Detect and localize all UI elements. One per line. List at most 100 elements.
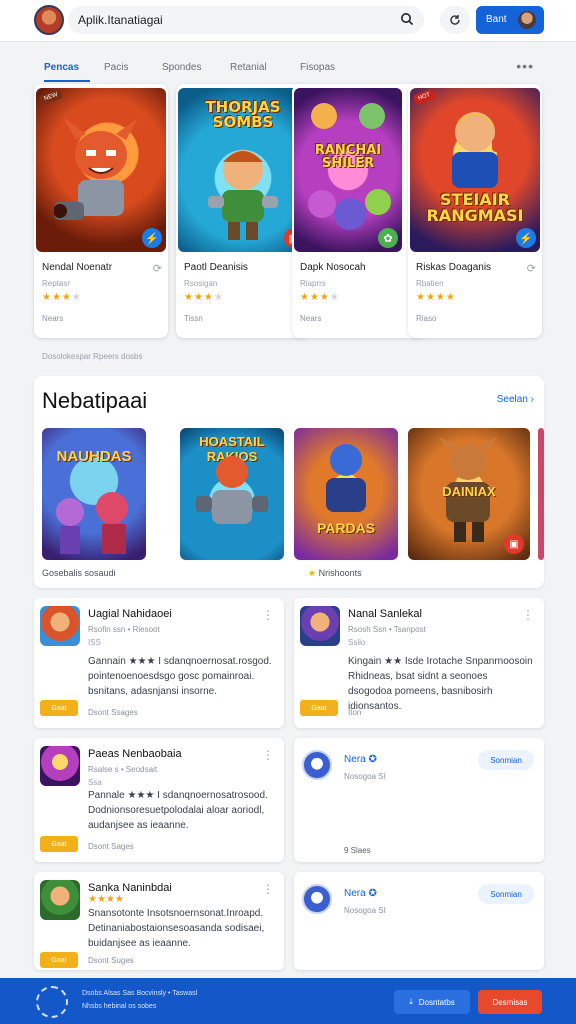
review-title: Paeas Nenbaobaia: [88, 748, 182, 760]
top-bar: Aplik.Itanatiagai Bant: [0, 0, 576, 42]
review-footer: Iton: [348, 708, 362, 717]
review-thumbnail: [300, 606, 340, 646]
game-card[interactable]: NEW ⚡ Nendal Noenatr ⟳ Reptasr ★★★★ Near…: [34, 84, 168, 338]
game-logo-text: DAINIAX: [442, 484, 496, 499]
game-title: Dapk Nosocah: [300, 262, 366, 273]
search-input[interactable]: Aplik.Itanatiagai: [78, 13, 163, 27]
game-card[interactable]: THORJAS SOMBS ▣ Paotl Deanisis Rsosigan …: [176, 84, 310, 338]
refresh-button[interactable]: [440, 6, 470, 34]
follow-button[interactable]: Sonmian: [478, 750, 534, 770]
game-card[interactable]: RANCHAI SHILER ✿ Dapk Nosocah Riaprrs ★★…: [292, 84, 426, 338]
user-name-text: Nera: [344, 754, 366, 765]
game-meta: Riaso: [416, 314, 437, 323]
more-vertical-icon[interactable]: ⋮: [522, 608, 534, 622]
review-card[interactable]: Nanal Sanlekal ⋮ Rsosh Ssn • Tsanpost Ss…: [294, 598, 544, 728]
user-avatar-icon: [518, 11, 536, 29]
game-meta: Nears: [42, 314, 64, 323]
rating-stars: ★★★★: [88, 894, 124, 905]
warrior-character-icon: [208, 150, 278, 240]
bolt-badge-icon: ⚡: [142, 228, 162, 248]
review-body: Kingain ★★ Isde Irotache Snpanrnoosoin R…: [348, 656, 533, 712]
game-title: Riskas Doaganis: [416, 262, 492, 273]
user-subtitle: Nosogoa SI: [344, 906, 386, 915]
game-logo-text: PARDAS: [316, 520, 376, 536]
game-meta: Nears: [300, 314, 322, 323]
warrior-character-icon: [54, 118, 138, 220]
review-thumbnail: [40, 880, 80, 920]
review-count: ISS: [88, 638, 101, 647]
rating-stars: ★★★★: [300, 292, 340, 303]
camera-badge-icon: ▣: [504, 534, 524, 554]
login-button[interactable]: Bant: [476, 6, 544, 34]
more-vertical-icon[interactable]: ⋮: [262, 608, 274, 622]
more-icon[interactable]: •••: [516, 58, 534, 74]
review-meta: Rsofin ssn • Riesoot: [88, 625, 160, 634]
tab-fisopas[interactable]: Fisopas: [300, 62, 335, 73]
download-button[interactable]: ⤓ Dosntatbs: [394, 990, 470, 1014]
login-label: Bant: [486, 14, 507, 25]
review-body: Snansotonte Insotsnoernsonat.Inroapd. De…: [88, 908, 265, 949]
tab-retanial[interactable]: Retanial: [230, 62, 267, 73]
user-name-text: Nera: [344, 888, 366, 899]
game-logo-text: NAUHDAS: [56, 448, 132, 465]
warrior-character-icon: [196, 456, 268, 524]
bolt-badge-icon: ⚡: [516, 228, 536, 248]
verified-icon: ✪: [368, 888, 377, 899]
review-card[interactable]: Uagial Nahidaoei ⋮ Rsofin ssn • Riesoot …: [34, 598, 284, 728]
bottom-bar: Dsobs Alsas Sas Bocvinsly • Taswasl Nhsb…: [0, 978, 576, 1024]
review-footer: Dsont Ssages: [88, 708, 138, 717]
primary-action-button[interactable]: Desmisas: [478, 990, 542, 1014]
characters-group-icon: [308, 103, 391, 230]
more-vertical-icon[interactable]: ⋮: [262, 748, 274, 762]
chevron-right-icon: ›: [530, 394, 534, 405]
tab-pacis[interactable]: Pacis: [104, 62, 128, 73]
review-title: Nanal Sanlekal: [348, 608, 422, 620]
star-icon: ★: [308, 568, 317, 578]
popular-game-card[interactable]: NAUHDAS: [42, 428, 146, 560]
rating-stars: ★★★★: [416, 292, 456, 303]
review-tag[interactable]: Gaat: [300, 700, 338, 716]
popular-game-card-peek[interactable]: [538, 428, 544, 560]
review-card[interactable]: Sanka Naninbdai ⋮ ★★★★ Snansotonte Insot…: [34, 872, 284, 970]
user-name: Nera ✪: [344, 754, 377, 765]
user-card[interactable]: Nera ✪ Nosogoa SI Sonmian: [294, 872, 544, 970]
popular-caption-right: ★ Nrishoonts: [308, 568, 362, 579]
app-logo-icon: [36, 986, 68, 1018]
game-developer: Rbatien: [416, 279, 444, 288]
tab-pencas[interactable]: Pencas: [44, 62, 79, 73]
follow-button[interactable]: Sonmian: [478, 884, 534, 904]
section-title: Nebatipaai: [42, 388, 148, 413]
user-card[interactable]: Nera ✪ Nosogoa SI Sonmian 9 Slaes: [294, 738, 544, 862]
popular-game-card[interactable]: PARDAS: [294, 428, 398, 560]
review-card[interactable]: Paeas Nenbaobaia ⋮ Rsalse s • Seodsait S…: [34, 738, 284, 862]
user-likes: 9 Slaes: [344, 846, 371, 855]
footer-line-2: Nhsbs hebinal os sobes: [82, 1003, 157, 1010]
review-footer: Dsont Suges: [88, 956, 134, 965]
search-bar[interactable]: Aplik.Itanatiagai: [68, 6, 424, 34]
review-tag[interactable]: Gaat: [40, 700, 78, 716]
more-vertical-icon[interactable]: ⋮: [262, 882, 274, 896]
user-avatar: [302, 750, 332, 780]
user-avatar: [302, 884, 332, 914]
profile-avatar[interactable]: [34, 5, 64, 35]
share-icon[interactable]: ⟳: [153, 262, 162, 275]
review-tag[interactable]: Gaat: [40, 836, 78, 852]
review-meta: Rsalse s • Seodsait: [88, 765, 158, 774]
review-thumbnail: [40, 606, 80, 646]
game-title: Nendal Noenatr: [42, 262, 113, 273]
rating-stars: ★★★★: [42, 292, 82, 303]
popular-game-card[interactable]: DAINIAX ▣: [408, 428, 530, 560]
game-artwork: RANCHAI SHILER ✿: [294, 88, 402, 252]
popular-game-card[interactable]: HOASTAIL RAKIOS: [180, 428, 284, 560]
review-tag[interactable]: Gaat: [40, 952, 78, 968]
search-icon[interactable]: [400, 12, 414, 26]
see-all-link[interactable]: Seelan ›: [497, 394, 534, 405]
user-subtitle: Nosogoa SI: [344, 772, 386, 781]
game-card[interactable]: HOT STEIAIR RANGMASI ⚡ Riskas Doaganis ⟳…: [408, 84, 542, 338]
active-tab-indicator: [44, 80, 90, 82]
share-icon[interactable]: ⟳: [527, 262, 536, 275]
review-footer: Dsont Sages: [88, 842, 134, 851]
download-icon: ⤓: [409, 997, 413, 1006]
tab-spondes[interactable]: Spondes: [162, 62, 201, 73]
game-meta: Tissn: [184, 314, 203, 323]
